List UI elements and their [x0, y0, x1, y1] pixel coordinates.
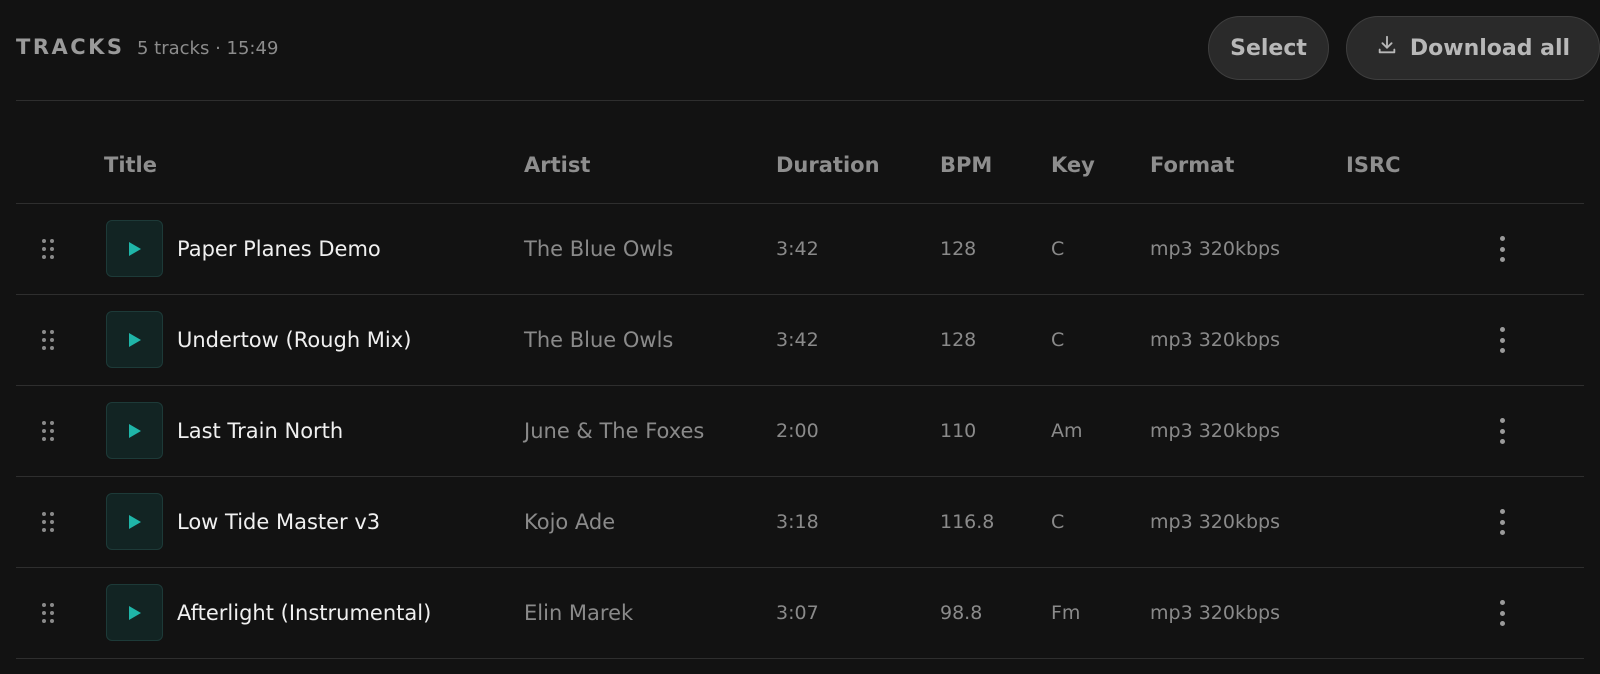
drag-handle-icon[interactable] [42, 603, 54, 623]
track-key: C [1051, 329, 1065, 351]
play-button[interactable] [106, 311, 163, 368]
track-title: Undertow (Rough Mix) [177, 328, 412, 352]
track-duration: 3:07 [776, 602, 819, 624]
track-format: mp3 320kbps [1150, 511, 1280, 533]
play-icon [128, 514, 141, 529]
column-header-duration[interactable]: Duration [776, 153, 880, 177]
track-format: mp3 320kbps [1150, 238, 1280, 260]
track-title: Paper Planes Demo [177, 237, 381, 261]
track-key: C [1051, 238, 1065, 260]
column-header-key[interactable]: Key [1051, 153, 1095, 177]
track-duration: 3:42 [776, 238, 819, 260]
play-icon [128, 241, 141, 256]
track-artist: The Blue Owls [524, 328, 674, 352]
track-bpm: 98.8 [940, 602, 983, 624]
track-row[interactable]: Paper Planes Demo The Blue Owls 3:42 128… [16, 204, 1584, 295]
track-row[interactable]: Last Train North June & The Foxes 2:00 1… [16, 386, 1584, 477]
track-artist: Kojo Ade [524, 510, 616, 534]
more-options-icon[interactable] [1490, 234, 1514, 264]
table-header: Title Artist Duration BPM Key Format ISR… [16, 101, 1584, 204]
track-bpm: 128 [940, 329, 977, 351]
play-icon [128, 332, 141, 347]
play-icon [128, 605, 141, 620]
more-options-icon[interactable] [1490, 416, 1514, 446]
drag-handle-icon[interactable] [42, 421, 54, 441]
play-button[interactable] [106, 220, 163, 277]
track-artist: The Blue Owls [524, 237, 674, 261]
column-header-artist[interactable]: Artist [524, 153, 590, 177]
tracks-summary: 5 tracks · 15:49 [137, 38, 279, 59]
track-duration: 3:18 [776, 511, 819, 533]
play-button[interactable] [106, 493, 163, 550]
track-row[interactable]: Low Tide Master v3 Kojo Ade 3:18 116.8 C… [16, 477, 1584, 568]
tracks-header: TRACKS 5 tracks · 15:49 Select Download … [16, 0, 1600, 101]
track-key: Am [1051, 420, 1083, 442]
download-icon [1376, 34, 1398, 62]
track-duration: 2:00 [776, 420, 819, 442]
track-row[interactable]: Undertow (Rough Mix) The Blue Owls 3:42 … [16, 295, 1584, 386]
track-title: Last Train North [177, 419, 344, 443]
select-button-label: Select [1230, 35, 1307, 61]
track-format: mp3 320kbps [1150, 420, 1280, 442]
track-artist: Elin Marek [524, 601, 634, 625]
column-header-format[interactable]: Format [1150, 153, 1234, 177]
download-all-button[interactable]: Download all [1346, 16, 1600, 80]
select-button[interactable]: Select [1208, 16, 1329, 80]
track-title: Afterlight (Instrumental) [177, 601, 432, 625]
track-bpm: 110 [940, 420, 977, 442]
play-button[interactable] [106, 584, 163, 641]
column-header-bpm[interactable]: BPM [940, 153, 992, 177]
track-format: mp3 320kbps [1150, 602, 1280, 624]
section-title: TRACKS [16, 35, 125, 59]
track-title: Low Tide Master v3 [177, 510, 381, 534]
drag-handle-icon[interactable] [42, 330, 54, 350]
more-options-icon[interactable] [1490, 598, 1514, 628]
drag-handle-icon[interactable] [42, 239, 54, 259]
more-options-icon[interactable] [1490, 507, 1514, 537]
track-key: C [1051, 511, 1065, 533]
more-options-icon[interactable] [1490, 325, 1514, 355]
table-body: Paper Planes Demo The Blue Owls 3:42 128… [16, 204, 1584, 659]
track-duration: 3:42 [776, 329, 819, 351]
track-format: mp3 320kbps [1150, 329, 1280, 351]
tracks-table: Title Artist Duration BPM Key Format ISR… [16, 101, 1584, 659]
track-key: Fm [1051, 602, 1081, 624]
track-artist: June & The Foxes [524, 419, 705, 443]
tracks-panel: TRACKS 5 tracks · 15:49 Select Download … [0, 0, 1600, 674]
track-bpm: 116.8 [940, 511, 995, 533]
track-row[interactable]: Afterlight (Instrumental) Elin Marek 3:0… [16, 568, 1584, 659]
track-bpm: 128 [940, 238, 977, 260]
download-all-label: Download all [1409, 35, 1571, 61]
play-icon [128, 423, 141, 438]
column-header-isrc[interactable]: ISRC [1346, 153, 1401, 177]
play-button[interactable] [106, 402, 163, 459]
drag-handle-icon[interactable] [42, 512, 54, 532]
column-header-title[interactable]: Title [104, 153, 157, 177]
